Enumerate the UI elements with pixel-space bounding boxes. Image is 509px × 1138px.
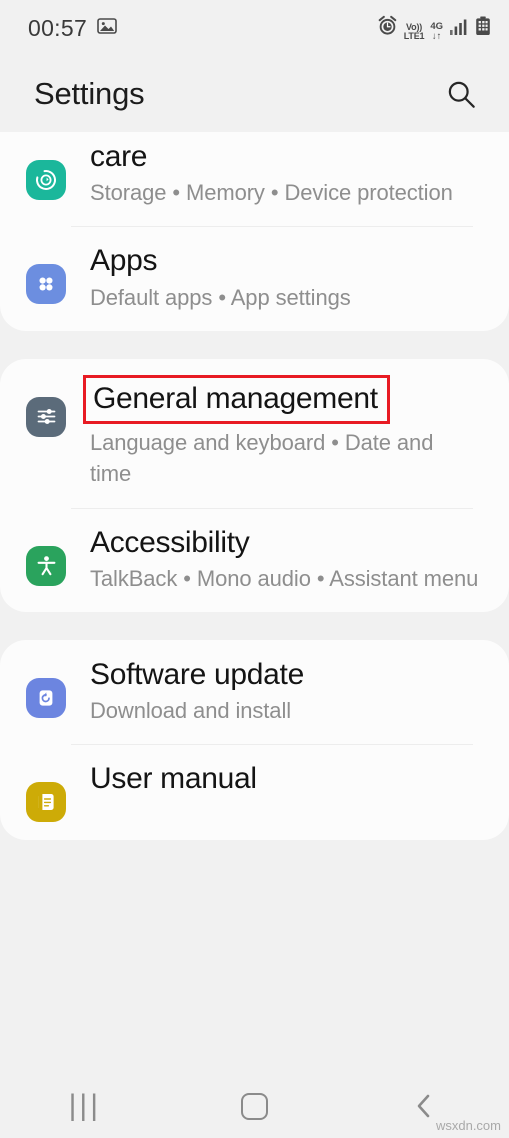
list-item-accessibility[interactable]: Accessibility TalkBack • Mono audio • As…: [0, 507, 509, 612]
list-item-title: General management: [93, 381, 378, 415]
image-icon: [97, 16, 117, 41]
status-bar: 00:57 Vo)) LTE1 4G ↓↑: [0, 0, 509, 56]
software-update-icon: [26, 677, 66, 718]
list-item-title: care: [90, 140, 148, 173]
device-care-icon: [26, 160, 66, 200]
sliders-icon: [26, 396, 66, 437]
accessibility-person-icon: [26, 545, 66, 586]
user-manual-icon: [26, 782, 66, 823]
list-item-device-care[interactable]: care Storage • Memory • Device protectio…: [0, 132, 509, 226]
search-icon[interactable]: [439, 72, 483, 116]
volte-bottom-label: LTE1: [403, 31, 425, 41]
back-chevron-glyph: [417, 1094, 430, 1118]
list-item-subtitle: Download and install: [90, 698, 292, 724]
alarm-icon: [377, 15, 398, 41]
list-item-general-management[interactable]: General management Language and keyboard…: [0, 359, 509, 508]
software-update-text: Software update Download and install: [70, 656, 304, 726]
app-bar: Settings: [0, 56, 509, 132]
general-management-text: General management Language and keyboard…: [70, 374, 479, 490]
recents-label: |||: [68, 1089, 102, 1122]
apps-icon-wrap: [22, 242, 70, 305]
home-glyph: [241, 1092, 268, 1120]
list-item-title: Accessibility: [90, 525, 250, 559]
list-item-apps[interactable]: Apps Default apps • App settings: [0, 226, 509, 330]
user-manual-text: User manual: [70, 760, 257, 796]
phone-screen: 00:57 Vo)) LTE1 4G ↓↑ Settings care Stor…: [0, 0, 509, 1138]
general-management-icon-wrap: [22, 375, 70, 437]
recents-icon[interactable]: |||: [0, 1074, 170, 1138]
page-title: Settings: [34, 76, 145, 111]
apps-grid-icon: [26, 264, 66, 305]
volte-icon: Vo)) LTE1: [404, 23, 425, 41]
settings-group-3: Software update Download and install Use…: [0, 639, 509, 841]
list-item-software-update[interactable]: Software update Download and install: [0, 640, 509, 744]
list-item-title: Apps: [90, 244, 158, 278]
watermark: wsxdn.com: [435, 1118, 501, 1133]
list-item-user-manual[interactable]: User manual: [0, 744, 509, 840]
home-icon[interactable]: [170, 1074, 340, 1138]
list-item-subtitle: Language and keyboard • Date and time: [90, 430, 434, 487]
navigation-bar: |||: [0, 1074, 509, 1138]
device-care-text: care Storage • Memory • Device protectio…: [70, 138, 453, 208]
device-care-icon-wrap: [22, 138, 70, 200]
user-manual-icon-wrap: [22, 760, 70, 823]
signal-icon: [449, 17, 469, 41]
status-bar-clock: 00:57: [28, 14, 88, 41]
status-bar-left: 00:57: [28, 15, 117, 42]
apps-text: Apps Default apps • App settings: [70, 242, 351, 312]
list-item-title: Software update: [90, 657, 304, 691]
annotation-highlight-box: General management: [83, 374, 390, 425]
list-item-subtitle: TalkBack • Mono audio • Assistant menu: [90, 565, 479, 591]
accessibility-icon-wrap: [22, 524, 70, 586]
settings-group-1: care Storage • Memory • Device protectio…: [0, 132, 509, 331]
battery-icon: [475, 16, 491, 41]
network-icon: 4G ↓↑: [430, 22, 443, 41]
network-arrows: ↓↑: [431, 30, 442, 42]
list-item-subtitle: Default apps • App settings: [90, 284, 351, 310]
list-item-title: User manual: [90, 762, 257, 796]
settings-group-2: General management Language and keyboard…: [0, 358, 509, 612]
settings-list[interactable]: care Storage • Memory • Device protectio…: [0, 132, 509, 1074]
list-item-subtitle: Storage • Memory • Device protection: [90, 180, 453, 206]
status-bar-right: Vo)) LTE1 4G ↓↑: [377, 15, 491, 41]
accessibility-text: Accessibility TalkBack • Mono audio • As…: [70, 524, 478, 594]
software-update-icon-wrap: [22, 656, 70, 718]
